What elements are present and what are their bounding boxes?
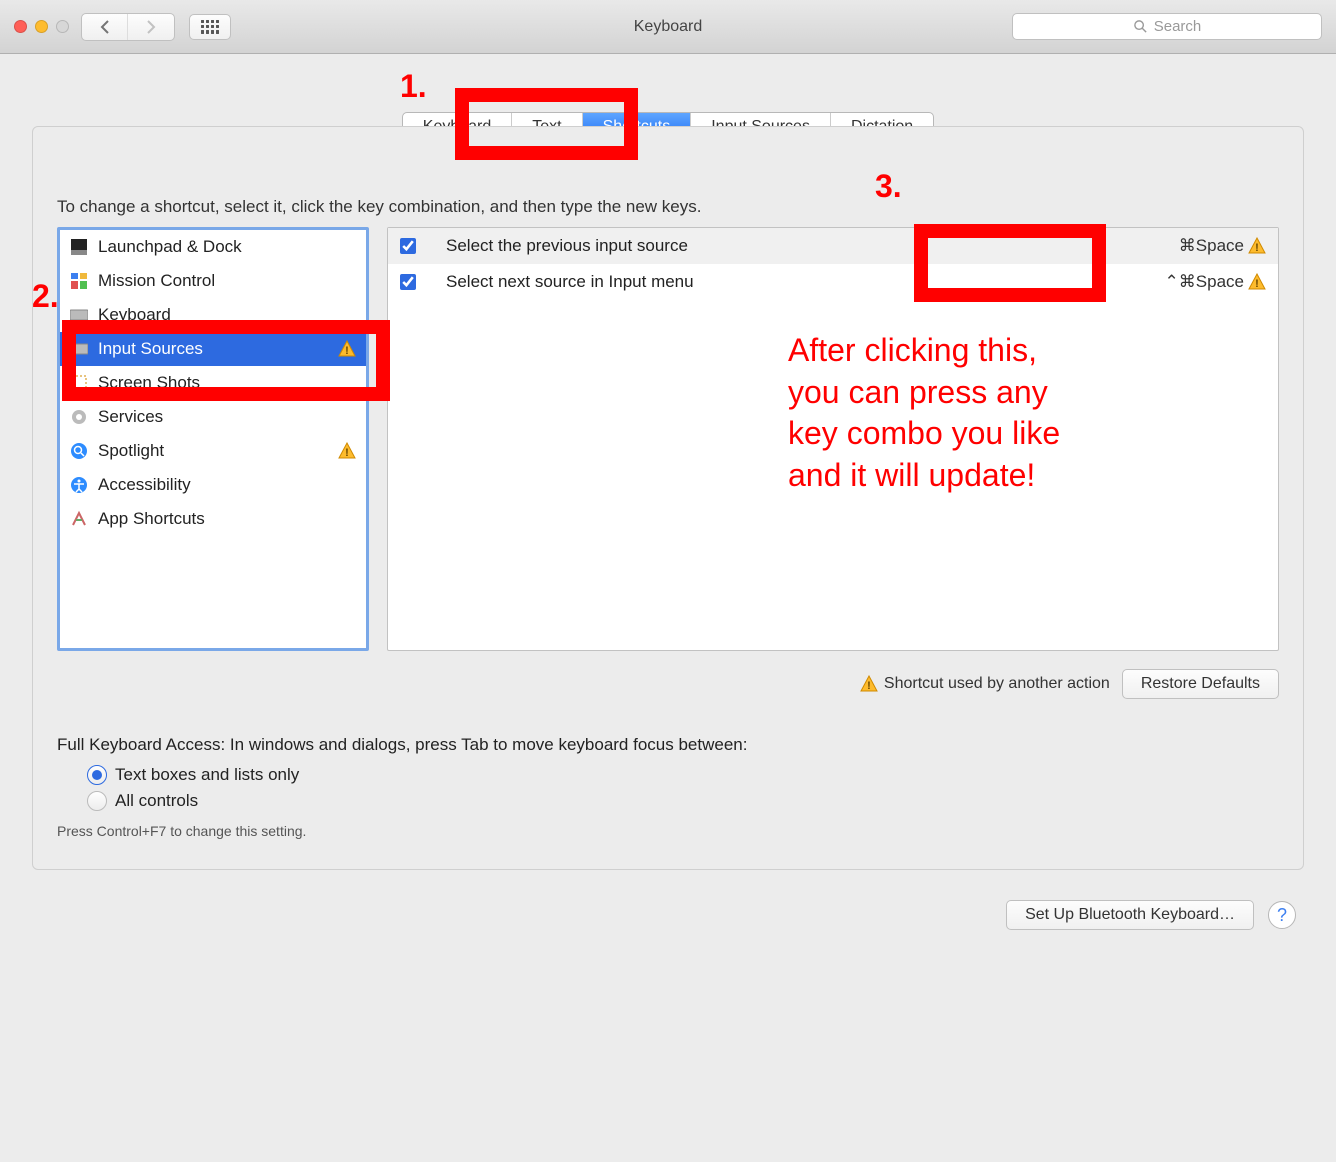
restore-defaults-button[interactable]: Restore Defaults xyxy=(1122,669,1279,699)
back-button[interactable] xyxy=(82,14,128,40)
category-app-shortcuts[interactable]: App Shortcuts xyxy=(60,502,366,536)
app-shortcuts-icon xyxy=(70,510,88,528)
search-placeholder: Search xyxy=(1154,18,1202,35)
category-accessibility[interactable]: Accessibility xyxy=(60,468,366,502)
spotlight-icon xyxy=(70,442,88,460)
category-keyboard[interactable]: Keyboard xyxy=(60,298,366,332)
category-label: Mission Control xyxy=(98,271,215,291)
gear-icon xyxy=(70,408,88,426)
conflict-footer: ! Shortcut used by another action Restor… xyxy=(57,669,1279,699)
category-mission-control[interactable]: Mission Control xyxy=(60,264,366,298)
help-button[interactable]: ? xyxy=(1268,901,1296,929)
category-input-sources[interactable]: Input Sources ! xyxy=(60,332,366,366)
category-label: Input Sources xyxy=(98,339,203,359)
shortcut-description: Select next source in Input menu xyxy=(446,272,1165,292)
traffic-lights xyxy=(14,20,69,33)
close-window-button[interactable] xyxy=(14,20,27,33)
svg-text:!: ! xyxy=(345,345,349,357)
show-all-prefs-button[interactable] xyxy=(189,14,231,40)
category-label: Accessibility xyxy=(98,475,191,495)
fka-option-label: Text boxes and lists only xyxy=(115,765,299,785)
minimize-window-button[interactable] xyxy=(35,20,48,33)
category-label: App Shortcuts xyxy=(98,509,205,529)
panel-hint: To change a shortcut, select it, click t… xyxy=(57,197,1279,217)
category-services[interactable]: Services xyxy=(60,400,366,434)
shortcut-keys[interactable]: ⌃⌘Space ! xyxy=(1165,272,1266,292)
grid-icon xyxy=(201,20,219,34)
fka-option-label: All controls xyxy=(115,791,198,811)
fka-title: Full Keyboard Access: In windows and dia… xyxy=(57,735,1279,755)
chevron-left-icon xyxy=(100,20,110,34)
shortcut-enabled-checkbox[interactable] xyxy=(400,238,416,254)
warning-icon: ! xyxy=(1248,237,1266,255)
accessibility-icon xyxy=(70,476,88,494)
warning-icon: ! xyxy=(338,340,356,358)
category-label: Screen Shots xyxy=(98,373,200,393)
fka-hint: Press Control+F7 to change this setting. xyxy=(57,823,1279,839)
search-input[interactable]: Search xyxy=(1012,13,1322,40)
shortcut-keys[interactable]: ⌘Space ! xyxy=(1179,236,1266,256)
warning-icon: ! xyxy=(1248,273,1266,291)
fka-option-all-controls[interactable]: All controls xyxy=(87,791,1279,811)
bottom-row: Set Up Bluetooth Keyboard… ? xyxy=(32,900,1304,930)
category-label: Launchpad & Dock xyxy=(98,237,242,257)
radio-unselected-icon xyxy=(87,791,107,811)
category-screen-shots[interactable]: Screen Shots xyxy=(60,366,366,400)
screenshot-icon xyxy=(70,374,88,392)
forward-button[interactable] xyxy=(128,14,174,40)
category-spotlight[interactable]: Spotlight ! xyxy=(60,434,366,468)
keyboard-icon xyxy=(70,340,88,358)
search-icon xyxy=(1133,19,1148,34)
shortcut-list[interactable]: Select the previous input source ⌘Space … xyxy=(387,227,1279,651)
shortcut-enabled-checkbox[interactable] xyxy=(400,274,416,290)
shortcut-row[interactable]: Select the previous input source ⌘Space … xyxy=(388,228,1278,264)
category-label: Keyboard xyxy=(98,305,171,325)
annotation-number-1: 1. xyxy=(400,68,427,105)
dock-icon xyxy=(70,238,88,256)
category-list[interactable]: Launchpad & Dock Mission Control Keyboar… xyxy=(57,227,369,651)
svg-text:!: ! xyxy=(345,447,349,459)
chevron-right-icon xyxy=(146,20,156,34)
zoom-window-button[interactable] xyxy=(56,20,69,33)
shortcuts-panel: To change a shortcut, select it, click t… xyxy=(32,126,1304,870)
fka-option-textboxes[interactable]: Text boxes and lists only xyxy=(87,765,1279,785)
category-label: Services xyxy=(98,407,163,427)
svg-text:!: ! xyxy=(1255,242,1259,254)
radio-selected-icon xyxy=(87,765,107,785)
warning-icon: ! xyxy=(860,675,878,693)
mission-control-icon xyxy=(70,272,88,290)
category-launchpad-dock[interactable]: Launchpad & Dock xyxy=(60,230,366,264)
category-label: Spotlight xyxy=(98,441,164,461)
shortcut-row[interactable]: Select next source in Input menu ⌃⌘Space… xyxy=(388,264,1278,300)
setup-bluetooth-keyboard-button[interactable]: Set Up Bluetooth Keyboard… xyxy=(1006,900,1254,930)
nav-buttons xyxy=(81,13,175,41)
conflict-label: Shortcut used by another action xyxy=(884,675,1110,693)
shortcut-description: Select the previous input source xyxy=(446,236,1179,256)
keyboard-icon xyxy=(70,306,88,324)
svg-text:!: ! xyxy=(867,680,871,692)
window-titlebar: Keyboard Search xyxy=(0,0,1336,54)
svg-text:!: ! xyxy=(1255,278,1259,290)
warning-icon: ! xyxy=(338,442,356,460)
